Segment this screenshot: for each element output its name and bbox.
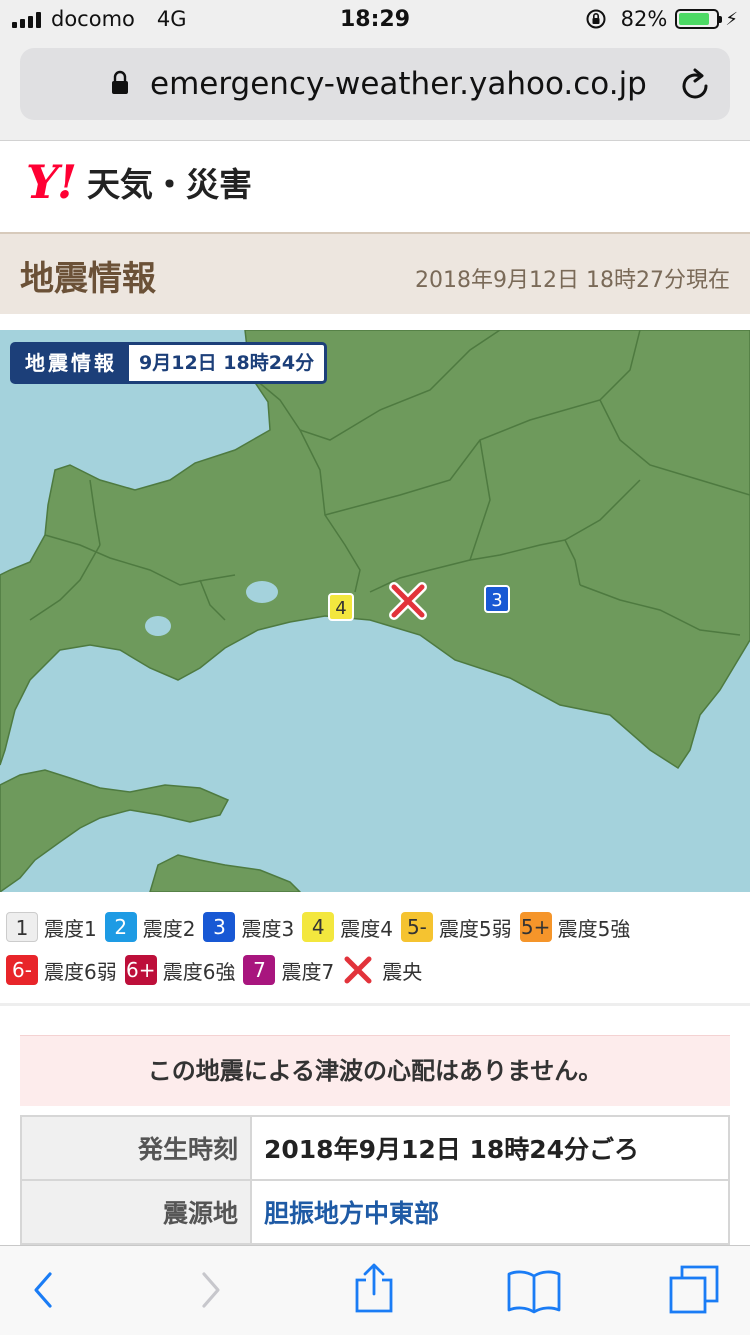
url-text: emergency-weather.yahoo.co.jp — [150, 66, 647, 102]
epicenter-x-icon — [344, 956, 372, 984]
legend-label: 震度6弱 — [44, 959, 117, 984]
site-logo-text: 天気・災害 — [87, 165, 253, 204]
intensity-marker: 3 — [484, 585, 510, 613]
back-icon[interactable] — [30, 1268, 56, 1312]
updated-timestamp: 2018年9月12日 18時27分現在 — [415, 268, 730, 293]
legend-label: 震度5弱 — [438, 916, 512, 941]
tsunami-notice: この地震による津波の心配はありません。 — [20, 1035, 730, 1106]
share-icon[interactable] — [352, 1262, 396, 1314]
page-title: 地震情報 — [20, 259, 156, 299]
map-badge-label: 地震情報 — [13, 345, 129, 381]
epicenter-link[interactable]: 胆振地方中東部 — [250, 1179, 730, 1245]
rotation-lock-icon — [586, 9, 606, 29]
legend-label: 震度4 — [340, 916, 393, 941]
map-land — [0, 330, 750, 892]
battery-icon — [675, 9, 723, 29]
legend-label: 震度7 — [281, 959, 335, 984]
legend-swatch: 3 — [203, 912, 236, 942]
legend-row: 1 震度1 2 震度2 3 震度3 4 震度4 5- 震度5弱 5+ 震度5強 — [6, 912, 638, 942]
legend-swatch: 4 — [302, 912, 335, 942]
legend-swatch: 5- — [400, 912, 433, 942]
legend-swatch: 6+ — [124, 955, 157, 985]
legend-item: 2 震度2 — [104, 912, 196, 942]
forward-icon[interactable] — [198, 1268, 224, 1312]
lake-toya — [145, 616, 171, 636]
legend-label: 震度3 — [241, 916, 295, 941]
legend-label: 震度2 — [142, 916, 196, 941]
legend-swatch: 6- — [6, 955, 38, 985]
detail-value: 2018年9月12日 18時24分ごろ — [250, 1115, 730, 1181]
page-title-bar: 地震情報 2018年9月12日 18時27分現在 — [0, 232, 750, 314]
site-logo[interactable]: Y! 天気・災害 — [26, 155, 252, 209]
legend-item: 6- 震度6弱 — [6, 955, 117, 985]
legend-swatch: 2 — [104, 912, 137, 942]
legend-item: 4 震度4 — [302, 912, 393, 942]
section-divider — [0, 1003, 750, 1006]
tabs-icon[interactable] — [668, 1264, 720, 1316]
site-header: Y! 天気・災害 — [0, 141, 750, 229]
reload-icon[interactable] — [680, 68, 712, 102]
earthquake-map[interactable]: 地震情報 9月12日 18時24分 4 3 — [0, 330, 750, 892]
browser-toolbar — [0, 1245, 750, 1335]
charging-bolt-icon: ⚡ — [725, 8, 738, 30]
legend-item: 1 震度1 — [6, 912, 97, 942]
legend-item: 3 震度3 — [203, 912, 294, 942]
epicenter-x-icon — [389, 582, 427, 620]
legend-swatch: 7 — [243, 955, 276, 985]
legend-label: 震央 — [382, 959, 423, 984]
legend-label: 震度1 — [44, 916, 97, 941]
address-bar[interactable]: emergency-weather.yahoo.co.jp — [20, 48, 730, 120]
browser-address-area: emergency-weather.yahoo.co.jp — [0, 40, 750, 141]
detail-label: 震源地 — [20, 1179, 252, 1245]
legend-row: 6- 震度6弱 6+ 震度6強 7 震度7 震央 — [6, 954, 430, 986]
legend-item: 5+ 震度5強 — [519, 912, 631, 942]
intensity-marker: 4 — [328, 593, 354, 621]
southern-land — [149, 854, 302, 892]
intensity-legend: 1 震度1 2 震度2 3 震度3 4 震度4 5- 震度5弱 5+ 震度5強 6- 震度6弱… — [0, 892, 750, 1000]
battery-percent: 82% — [620, 7, 668, 31]
hokkaido-landmass — [0, 330, 750, 770]
legend-item: 7 震度7 — [243, 955, 334, 985]
table-row: 発生時刻 2018年9月12日 18時24分ごろ — [20, 1115, 730, 1181]
legend-item: 5- 震度5弱 — [400, 912, 512, 942]
tsunami-notice-text: この地震による津波の心配はありません。 — [147, 1057, 603, 1085]
map-info-badge: 地震情報 9月12日 18時24分 — [10, 342, 328, 384]
table-row: 震源地 胆振地方中東部 — [20, 1179, 730, 1245]
yahoo-logo-mark: Y! — [26, 155, 77, 209]
legend-label: 震度5強 — [557, 916, 631, 941]
legend-swatch: 1 — [6, 912, 38, 942]
lake-shikotsu — [246, 581, 278, 603]
legend-item: 震央 — [342, 954, 422, 986]
status-bar: docomo 4G 18:29 82% ⚡ — [0, 0, 750, 40]
legend-swatch: 5+ — [519, 912, 552, 942]
detail-label: 発生時刻 — [20, 1115, 252, 1181]
bookmarks-icon[interactable] — [506, 1268, 562, 1314]
earthquake-details-table: 発生時刻 2018年9月12日 18時24分ごろ 震源地 胆振地方中東部 — [20, 1115, 730, 1245]
status-right: 82% ⚡ — [585, 7, 738, 31]
legend-item: 6+ 震度6強 — [124, 955, 236, 985]
legend-label: 震度6強 — [162, 959, 236, 984]
lock-icon — [112, 70, 128, 94]
map-badge-time: 9月12日 18時24分 — [139, 352, 315, 374]
